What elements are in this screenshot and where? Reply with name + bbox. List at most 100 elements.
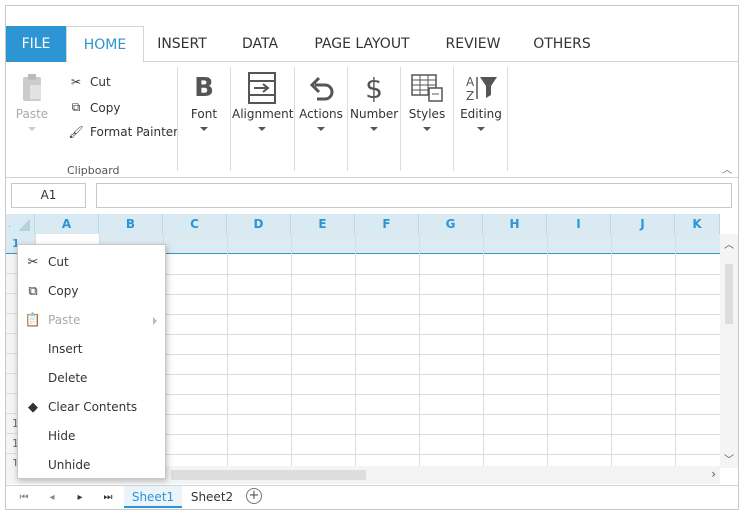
formula-input[interactable]	[96, 183, 732, 208]
column-header[interactable]: J	[611, 214, 675, 234]
prev-sheet-icon[interactable]: ◂	[44, 490, 60, 506]
group-separator	[400, 67, 401, 171]
scroll-right-icon[interactable]: ›	[711, 467, 716, 481]
clipboard-group-label: Clipboard	[67, 164, 120, 177]
last-sheet-icon[interactable]: ⏭	[100, 490, 116, 506]
copy-button[interactable]: ⧉ Copy	[68, 100, 121, 115]
menu-item-delete[interactable]: Delete	[18, 364, 165, 393]
number-button[interactable]: $ Number	[350, 69, 398, 131]
scroll-up-icon[interactable]: ︿	[720, 236, 738, 251]
undo-icon	[297, 69, 345, 107]
grid-line	[419, 234, 420, 468]
group-separator	[294, 67, 295, 171]
tab-page-layout[interactable]: PAGE LAYOUT	[302, 26, 422, 62]
clipboard-icon: 📋	[24, 313, 42, 328]
column-header[interactable]: H	[483, 214, 547, 234]
bold-b-icon: B	[194, 73, 214, 103]
column-header[interactable]: I	[547, 214, 611, 234]
context-menu: ✂ Cut ⧉ Copy 📋 Paste Insert Delete ◆ Cle…	[17, 244, 166, 479]
styles-table-icon	[404, 69, 450, 107]
menu-item-label: Hide	[48, 429, 76, 443]
group-separator	[347, 67, 348, 171]
cut-label: Cut	[90, 75, 111, 89]
menu-item-cut[interactable]: ✂ Cut	[18, 248, 165, 277]
tab-insert[interactable]: INSERT	[146, 26, 218, 62]
scroll-down-icon[interactable]: ﹀	[720, 451, 738, 466]
svg-text:.: .	[8, 220, 11, 230]
font-label: Font	[190, 107, 218, 121]
group-separator	[177, 67, 178, 171]
paste-button[interactable]: Paste	[12, 69, 52, 131]
actions-caret-icon	[317, 127, 325, 131]
sheet-tab[interactable]: Sheet1	[124, 486, 182, 508]
tab-file[interactable]: FILE	[6, 26, 66, 62]
editing-caret-icon	[477, 127, 485, 131]
menu-item-clear-contents[interactable]: ◆ Clear Contents	[18, 393, 165, 422]
actions-button[interactable]: Actions	[297, 69, 345, 131]
copy-icon: ⧉	[71, 100, 81, 114]
font-caret-icon	[200, 127, 208, 131]
alignment-label: Alignment	[232, 107, 294, 121]
vertical-scroll-thumb[interactable]	[725, 264, 733, 324]
select-all-corner[interactable]: .	[6, 214, 35, 234]
grid-line	[611, 234, 612, 468]
menu-item-label: Delete	[48, 371, 88, 385]
menu-item-copy[interactable]: ⧉ Copy	[18, 277, 165, 306]
menu-item-paste[interactable]: 📋 Paste	[18, 306, 165, 335]
next-sheet-icon[interactable]: ▸	[72, 490, 88, 506]
grid-line	[227, 234, 228, 468]
collapse-ribbon-chevron-up-icon[interactable]: ︿	[722, 161, 732, 176]
column-header[interactable]: C	[163, 214, 227, 234]
scissors-icon: ✂	[27, 255, 39, 270]
cut-button[interactable]: ✂ Cut	[68, 75, 111, 89]
column-header[interactable]: D	[227, 214, 291, 234]
horizontal-scroll-thumb[interactable]	[171, 470, 366, 480]
scissors-icon: ✂	[70, 75, 82, 89]
clipboard-icon	[12, 69, 52, 107]
grid-line	[291, 234, 292, 468]
paste-label: Paste	[15, 107, 49, 121]
format-painter-label: Format Painter	[90, 125, 179, 139]
menu-item-label: Paste	[48, 313, 81, 327]
group-separator	[230, 67, 231, 171]
tab-data[interactable]: DATA	[228, 26, 292, 62]
group-separator	[507, 67, 508, 171]
first-sheet-icon[interactable]: ⏮	[16, 490, 32, 506]
styles-label: Styles	[408, 107, 446, 121]
menu-item-unhide[interactable]: Unhide	[18, 451, 165, 480]
sheet-tabs-bar: ⏮ ◂ ▸ ⏭ Sheet1 Sheet2 +	[6, 485, 738, 509]
menu-item-label: Copy	[48, 284, 79, 298]
tab-review[interactable]: REVIEW	[434, 26, 512, 62]
sheet-tab[interactable]: Sheet2	[184, 486, 240, 508]
column-header[interactable]: K	[675, 214, 720, 234]
svg-text:A: A	[466, 75, 475, 89]
ribbon-tabs: FILE HOME INSERT DATA PAGE LAYOUT REVIEW…	[6, 26, 738, 63]
eraser-icon: ◆	[28, 400, 38, 415]
svg-text:Z: Z	[466, 89, 474, 103]
column-header[interactable]: F	[355, 214, 419, 234]
grid-line	[547, 234, 548, 468]
menu-item-hide[interactable]: Hide	[18, 422, 165, 451]
column-header[interactable]: A	[35, 214, 99, 234]
column-header[interactable]: B	[99, 214, 163, 234]
tab-home[interactable]: HOME	[66, 26, 144, 63]
column-header[interactable]: E	[291, 214, 355, 234]
vertical-scrollbar[interactable]: ︿ ﹀	[720, 234, 738, 468]
editing-button[interactable]: AZ Editing	[456, 69, 506, 131]
sort-filter-icon: AZ	[456, 69, 506, 107]
menu-item-label: Cut	[48, 255, 69, 269]
tab-others[interactable]: OTHERS	[524, 26, 600, 62]
format-painter-button[interactable]: 🖌 Format Painter	[68, 125, 178, 139]
copy-label: Copy	[90, 100, 121, 115]
menu-item-insert[interactable]: Insert	[18, 335, 165, 364]
group-separator	[453, 67, 454, 171]
column-header[interactable]: G	[419, 214, 483, 234]
ribbon-home: Paste ✂ Cut ⧉ Copy 🖌 Format Painter Clip…	[6, 63, 738, 178]
alignment-button[interactable]: Alignment	[232, 69, 294, 131]
add-sheet-icon[interactable]: +	[246, 488, 262, 504]
grid-line	[675, 234, 676, 468]
font-button[interactable]: B Font	[184, 69, 224, 131]
styles-button[interactable]: Styles	[404, 69, 450, 131]
grid-line	[483, 234, 484, 468]
name-box[interactable]: A1	[11, 183, 86, 208]
